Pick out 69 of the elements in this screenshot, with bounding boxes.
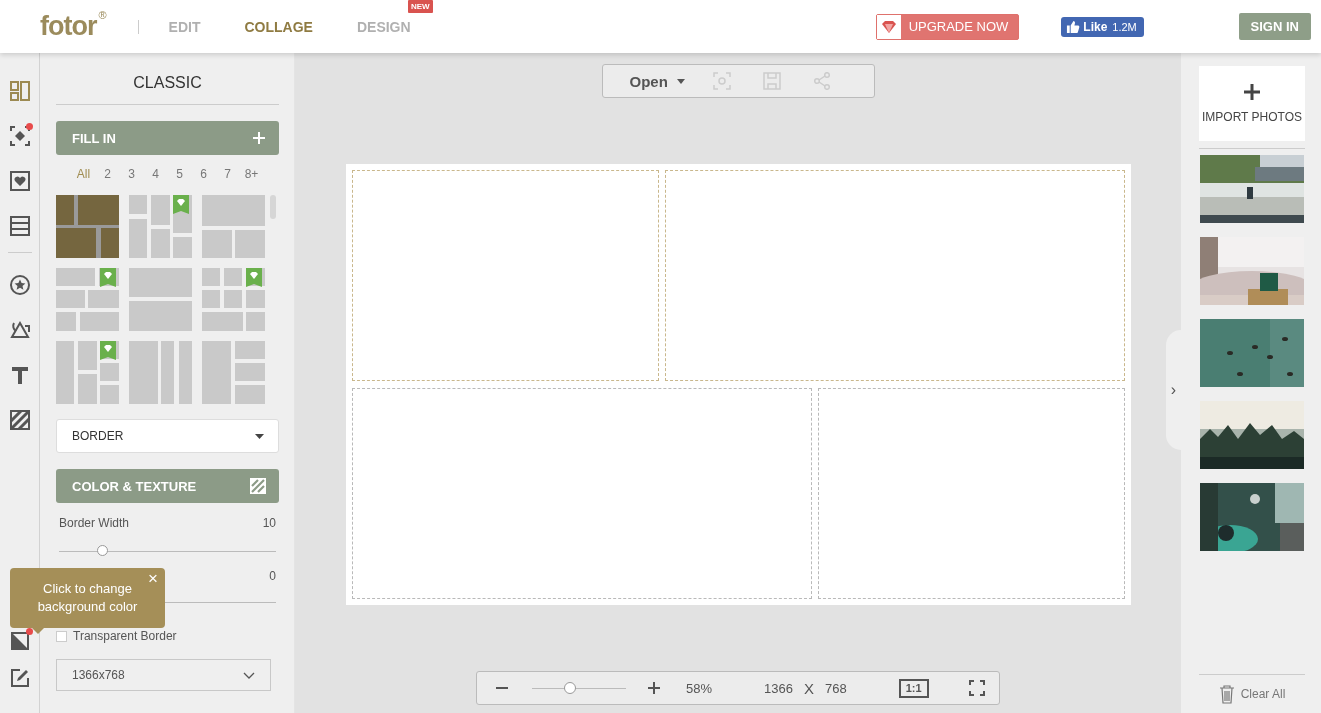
import-photos-button[interactable]: IMPORT PHOTOS — [1199, 66, 1305, 141]
layout-icon — [8, 80, 31, 102]
field-value: 10 — [262, 516, 276, 530]
premium-badge — [246, 268, 262, 287]
canvas-width: 1366 — [764, 680, 793, 696]
premium-badge — [100, 268, 116, 287]
upgrade-button[interactable]: UPGRADE NOW — [875, 13, 1020, 40]
slider-thumb[interactable] — [97, 545, 109, 556]
sign-in-button[interactable]: SIGN IN — [1238, 13, 1311, 40]
hatch-icon — [250, 478, 266, 494]
size-dropdown[interactable]: 1366x768 — [56, 659, 271, 691]
caret-icon — [255, 433, 264, 439]
count-filter[interactable]: 3 — [119, 167, 144, 185]
open-menu[interactable]: Open — [629, 72, 685, 90]
nav-tab[interactable]: COLLAGE — [244, 18, 313, 35]
count-filter[interactable]: All — [71, 167, 96, 185]
field-label: Border Width — [59, 516, 130, 530]
layout-template[interactable] — [56, 268, 119, 331]
new-badge: NEW — [407, 0, 433, 13]
background-icon — [8, 630, 31, 652]
layout-template[interactable] — [202, 195, 265, 258]
layout-template[interactable] — [202, 341, 265, 404]
caret-icon — [676, 78, 685, 84]
scrollbar-thumb — [270, 195, 276, 219]
actual-size-button[interactable]: 1:1 — [898, 678, 929, 698]
collapse-handle[interactable]: › — [1166, 330, 1181, 450]
edit-icon — [8, 667, 31, 689]
plus-icon — [253, 132, 265, 144]
focus-icon — [8, 125, 31, 147]
count-filter[interactable]: 8+ — [239, 167, 264, 185]
checkbox-label: Transparent Border — [73, 629, 177, 643]
close-button[interactable]: × — [148, 570, 158, 588]
count-filter[interactable]: 7 — [215, 167, 240, 185]
canvas-height: 768 — [824, 680, 847, 696]
layout-template[interactable] — [129, 268, 192, 331]
premium-badge — [100, 341, 116, 360]
count-filter[interactable]: 4 — [143, 167, 168, 185]
tooltip-text: Click to change background color — [37, 581, 138, 614]
shapes-icon — [8, 319, 31, 341]
count-filter[interactable]: 2 — [95, 167, 120, 185]
zoom-in-icon[interactable] — [648, 682, 660, 694]
rows-icon — [8, 215, 31, 237]
plus-icon — [1244, 83, 1260, 100]
layout-template[interactable] — [56, 195, 119, 258]
hatch-icon — [8, 409, 31, 431]
gem-icon — [876, 14, 901, 39]
dimension-separator: X — [803, 679, 814, 697]
count-filter[interactable]: 6 — [191, 167, 216, 185]
trash-icon — [1218, 684, 1235, 704]
field-value: 0 — [269, 569, 276, 583]
clear-all-button[interactable]: Clear All — [1199, 674, 1305, 713]
thumbs-up-icon — [1066, 19, 1081, 34]
checkbox[interactable] — [56, 630, 67, 642]
layout-template[interactable] — [129, 341, 192, 404]
layout-template[interactable] — [56, 341, 119, 404]
layout-template[interactable] — [202, 268, 265, 331]
fullscreen-icon[interactable] — [968, 680, 985, 696]
nav-tab[interactable]: EDIT — [168, 18, 201, 35]
color-texture-bar[interactable]: COLOR & TEXTURE — [56, 469, 279, 503]
fill-in-bar[interactable]: FILL IN — [56, 121, 279, 155]
zoom-percent: 58% — [686, 680, 713, 696]
border-dropdown[interactable]: BORDER — [56, 419, 279, 453]
count-filter[interactable]: 5 — [167, 167, 192, 185]
panel-title: CLASSIC — [132, 73, 203, 93]
chevron-icon — [243, 671, 255, 679]
zoom-slider-thumb[interactable] — [563, 681, 576, 694]
layout-template[interactable] — [129, 195, 192, 258]
like-button[interactable]: Like 1.2M — [1061, 16, 1144, 37]
fotor-logo: fotor® — [40, 11, 106, 42]
